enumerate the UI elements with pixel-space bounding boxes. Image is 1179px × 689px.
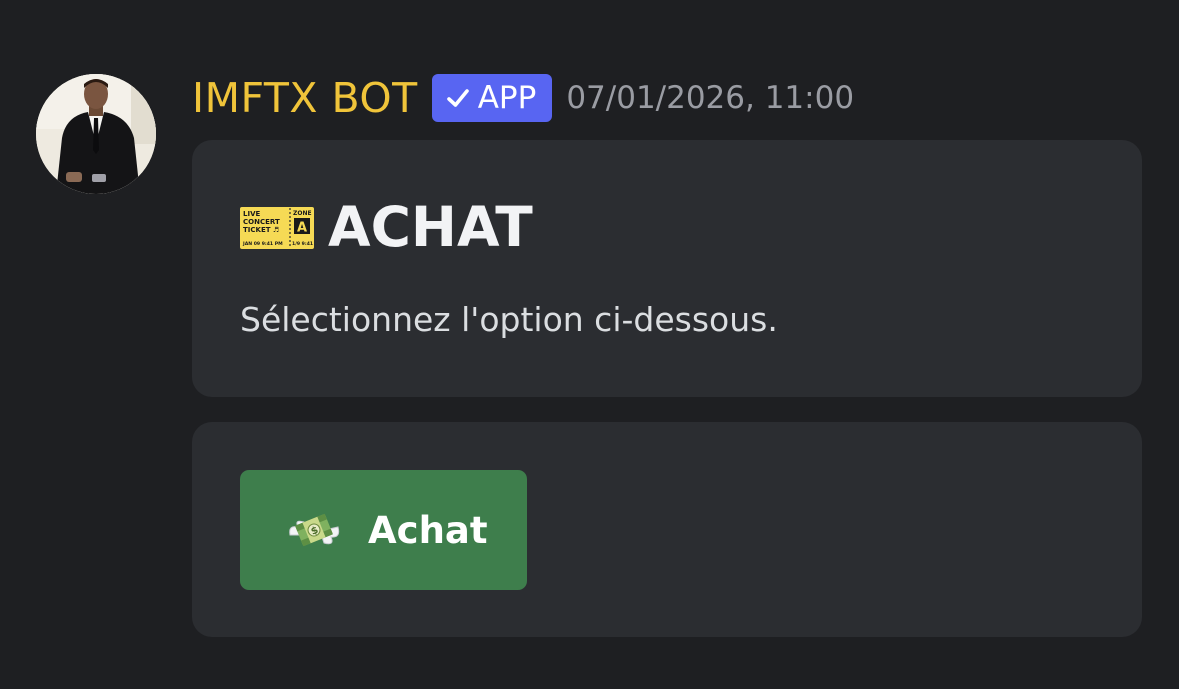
ticket-zone: ZONE: [293, 210, 312, 217]
ticket-date: JAN 09 9:41 PM: [242, 241, 283, 247]
ticket-line2: CONCERT: [243, 218, 280, 226]
avatar-image: [36, 74, 156, 194]
bot-avatar[interactable]: [36, 74, 156, 194]
ticket-line3: TICKET ♬: [243, 226, 279, 234]
money-with-wings-icon: $: [286, 505, 342, 555]
action-row-card: $ Achat: [192, 422, 1142, 637]
message-header: IMFTX BOT APP 07/01/2026, 11:00: [192, 70, 854, 126]
ticket-stub-date: 1/9 9:41: [292, 241, 313, 247]
ticket-line1: LIVE: [243, 210, 260, 218]
ticket-icon: LIVE CONCERT TICKET ♬ JAN 09 9:41 PM ZON…: [240, 206, 314, 249]
ticket-zone-letter: A: [297, 220, 307, 235]
check-icon: [446, 87, 470, 109]
achat-button-label: Achat: [368, 508, 488, 552]
badge-label: APP: [477, 80, 537, 116]
embed-description: Sélectionnez l'option ci-dessous.: [240, 300, 778, 339]
embed-card: LIVE CONCERT TICKET ♬ JAN 09 9:41 PM ZON…: [192, 140, 1142, 397]
embed-title-row: LIVE CONCERT TICKET ♬ JAN 09 9:41 PM ZON…: [240, 200, 533, 255]
app-badge: APP: [431, 74, 553, 122]
achat-button[interactable]: $ Achat: [240, 470, 527, 590]
author-name[interactable]: IMFTX BOT: [192, 74, 418, 122]
timestamp[interactable]: 07/01/2026, 11:00: [566, 80, 854, 116]
embed-title: ACHAT: [328, 195, 533, 259]
